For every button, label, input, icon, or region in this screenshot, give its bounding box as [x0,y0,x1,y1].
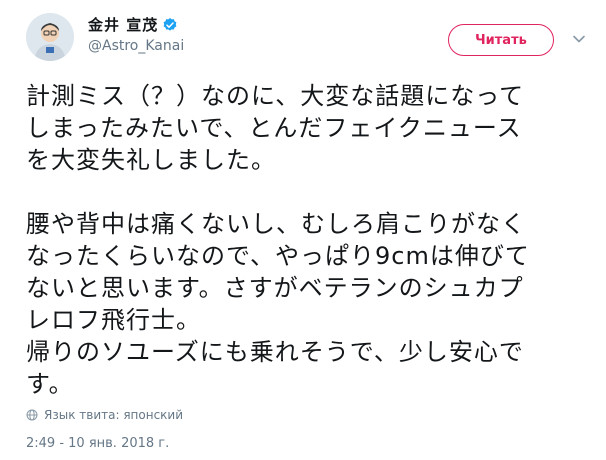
globe-icon [26,409,38,421]
display-name[interactable]: 金井 宣茂 [88,14,158,35]
tweet-timestamp[interactable]: 2:49 - 10 янв. 2018 г. [26,436,169,451]
tweet-header: 金井 宣茂 @Astro_Kanai Читать [0,0,606,80]
tweet-language-row: Язык твита: японский [26,408,183,422]
astronaut-avatar-icon [26,13,74,61]
avatar[interactable] [26,13,74,61]
name-row: 金井 宣茂 [88,14,178,35]
chevron-down-icon[interactable] [572,32,586,46]
tweet-language-label: Язык твита: японский [44,408,184,422]
user-handle[interactable]: @Astro_Kanai [88,38,184,54]
tweet-text: 計測ミス（？）なのに、大変な話題になって しまったみたいで、とんだフェイクニュー… [26,82,530,398]
verified-badge-icon [163,17,177,31]
follow-button[interactable]: Читать [448,24,554,56]
